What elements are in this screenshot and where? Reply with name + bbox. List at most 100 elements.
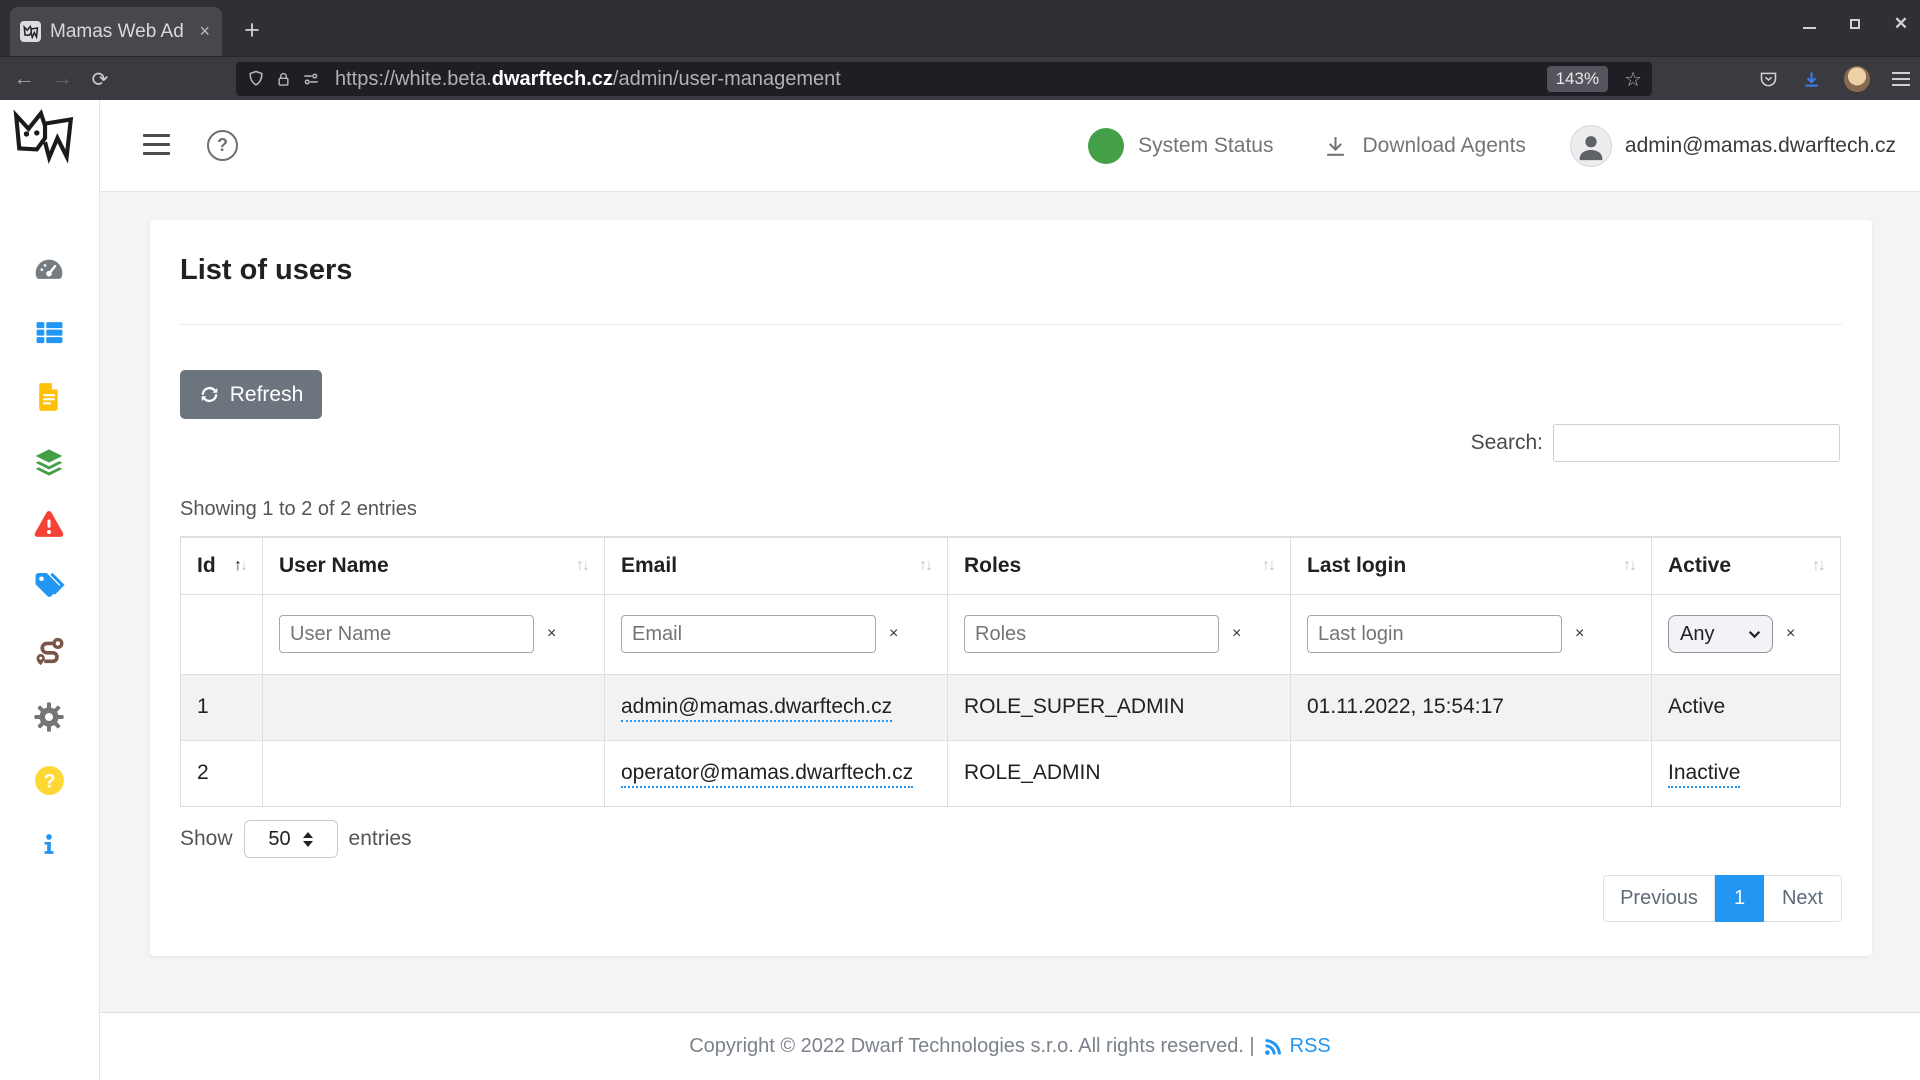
sidebar-item-documents[interactable] [30, 378, 68, 416]
sidebar-item-settings[interactable] [30, 698, 68, 736]
rss-link[interactable]: RSS [1263, 1035, 1331, 1058]
sidebar-item-layers[interactable] [30, 443, 68, 481]
refresh-label: Refresh [230, 383, 304, 407]
alert-triangle-icon [33, 508, 65, 540]
active-filter-select[interactable]: Any [1668, 615, 1773, 653]
window-minimize-button[interactable] [1796, 11, 1822, 37]
sidebar-item-routes[interactable] [30, 633, 68, 671]
column-header-active[interactable]: Active↑↓ [1652, 537, 1841, 594]
table-list-icon [34, 317, 65, 348]
minimize-icon [1803, 27, 1816, 29]
sidebar-item-dashboard[interactable] [30, 250, 68, 288]
pagination: Previous 1 Next [1603, 875, 1842, 922]
entries-label: entries [349, 827, 412, 851]
download-agents-icon [1323, 134, 1348, 159]
browser-profile-avatar[interactable] [1844, 66, 1870, 92]
search-input[interactable] [1553, 424, 1840, 462]
browser-tab[interactable]: Mamas Web Ad × [10, 7, 222, 56]
info-icon [36, 832, 62, 858]
column-header-roles[interactable]: Roles↑↓ [948, 537, 1291, 594]
show-label: Show [180, 827, 233, 851]
permissions-icon[interactable] [301, 69, 321, 89]
clear-filter-icon[interactable]: × [889, 625, 898, 643]
cell-last-login [1291, 740, 1652, 806]
account-email[interactable]: admin@mamas.dwarftech.cz [1625, 134, 1896, 158]
filter-cell-id [181, 594, 263, 674]
sidebar-item-help[interactable]: ? [30, 761, 68, 799]
pocket-icon[interactable] [1758, 69, 1779, 90]
refresh-button[interactable]: Refresh [180, 370, 322, 419]
page-footer: Copyright © 2022 Dwarf Technologies s.r.… [100, 1012, 1920, 1080]
person-icon [1574, 129, 1608, 163]
window-maximize-button[interactable] [1842, 11, 1868, 37]
tab-close-icon[interactable]: × [197, 21, 212, 42]
rss-icon [1263, 1036, 1284, 1057]
sort-icon: ↑↓ [576, 557, 588, 575]
sort-icon: ↑↓ [919, 557, 931, 575]
column-header-id[interactable]: Id↑↓ [181, 537, 263, 594]
page-title: List of users [180, 254, 352, 287]
app-header: ? System Status Download Agents admin@ma… [0, 100, 1920, 192]
email-filter-input[interactable] [621, 615, 876, 653]
showing-entries-text: Showing 1 to 2 of 2 entries [180, 498, 417, 521]
search-label: Search: [1471, 431, 1543, 455]
account-avatar[interactable] [1570, 125, 1612, 167]
downloads-icon[interactable] [1801, 69, 1822, 90]
sidebar-toggle-button[interactable] [143, 134, 170, 155]
email-link[interactable]: admin@mamas.dwarftech.cz [621, 695, 892, 722]
roles-filter-input[interactable] [964, 615, 1219, 653]
clear-filter-icon[interactable]: × [1575, 625, 1584, 643]
cell-active: Inactive [1652, 740, 1841, 806]
lock-icon[interactable] [274, 70, 293, 89]
document-icon [35, 382, 63, 412]
url-bar[interactable]: https://white.beta.dwarftech.cz/admin/us… [236, 62, 1652, 96]
download-agents-label[interactable]: Download Agents [1362, 134, 1525, 158]
column-header-email[interactable]: Email↑↓ [605, 537, 948, 594]
column-header-user-name[interactable]: User Name↑↓ [263, 537, 605, 594]
back-button[interactable]: ← [6, 57, 42, 101]
sort-icon: ↑↓ [1262, 557, 1274, 575]
sidebar-item-tables[interactable] [30, 313, 68, 351]
sidebar-item-tags[interactable] [30, 566, 68, 604]
sidebar-item-alerts[interactable] [30, 505, 68, 543]
system-status-label[interactable]: System Status [1138, 134, 1273, 158]
table-filter-row: × × × × Any × [181, 594, 1841, 674]
spinner-icon [303, 832, 313, 847]
new-tab-button[interactable]: + [232, 10, 272, 50]
page-length-select[interactable]: 50 [244, 820, 338, 858]
clear-filter-icon[interactable]: × [1232, 625, 1241, 643]
email-link[interactable]: operator@mamas.dwarftech.cz [621, 761, 913, 788]
pagination-previous-button[interactable]: Previous [1603, 875, 1715, 922]
tab-title: Mamas Web Ad [50, 21, 188, 43]
reload-button[interactable]: ⟳ [82, 57, 118, 101]
last-login-filter-input[interactable] [1307, 615, 1562, 653]
forward-button[interactable]: → [44, 57, 80, 101]
rss-label: RSS [1290, 1035, 1331, 1058]
zoom-level-badge[interactable]: 143% [1547, 66, 1608, 92]
tracking-shield-icon[interactable] [246, 69, 266, 89]
table-row: 2 operator@mamas.dwarftech.cz ROLE_ADMIN… [181, 740, 1841, 806]
bookmark-star-icon[interactable]: ☆ [1624, 67, 1642, 92]
pagination-next-button[interactable]: Next [1764, 875, 1842, 922]
clear-filter-icon[interactable]: × [1786, 625, 1795, 643]
page-content: List of users Refresh Search: Showing 1 … [100, 192, 1920, 1012]
close-icon: ✕ [1894, 14, 1908, 34]
help-circle-icon: ? [33, 764, 66, 797]
users-table: Id↑↓ User Name↑↓ Email↑↓ Roles↑↓ Last lo… [180, 536, 1841, 807]
browser-toolbar: ← → ⟳ https://white.beta.dwarftech.cz/ad… [0, 56, 1920, 100]
pagination-current-page[interactable]: 1 [1715, 875, 1764, 922]
column-header-last-login[interactable]: Last login↑↓ [1291, 537, 1652, 594]
browser-menu-icon[interactable] [1892, 72, 1910, 86]
users-card: List of users Refresh Search: Showing 1 … [150, 220, 1872, 956]
window-close-button[interactable]: ✕ [1888, 11, 1914, 37]
sidebar-item-info[interactable] [30, 826, 68, 864]
inactive-link[interactable]: Inactive [1668, 761, 1740, 788]
sort-icon: ↑↓ [1623, 557, 1635, 575]
brand-logo[interactable] [11, 106, 77, 171]
clear-filter-icon[interactable]: × [547, 625, 556, 643]
table-row: 1 admin@mamas.dwarftech.cz ROLE_SUPER_AD… [181, 674, 1841, 740]
user-name-filter-input[interactable] [279, 615, 534, 653]
url-text: https://white.beta.dwarftech.cz/admin/us… [335, 68, 1539, 91]
question-mark-icon: ? [217, 135, 228, 156]
help-button[interactable]: ? [207, 130, 238, 161]
